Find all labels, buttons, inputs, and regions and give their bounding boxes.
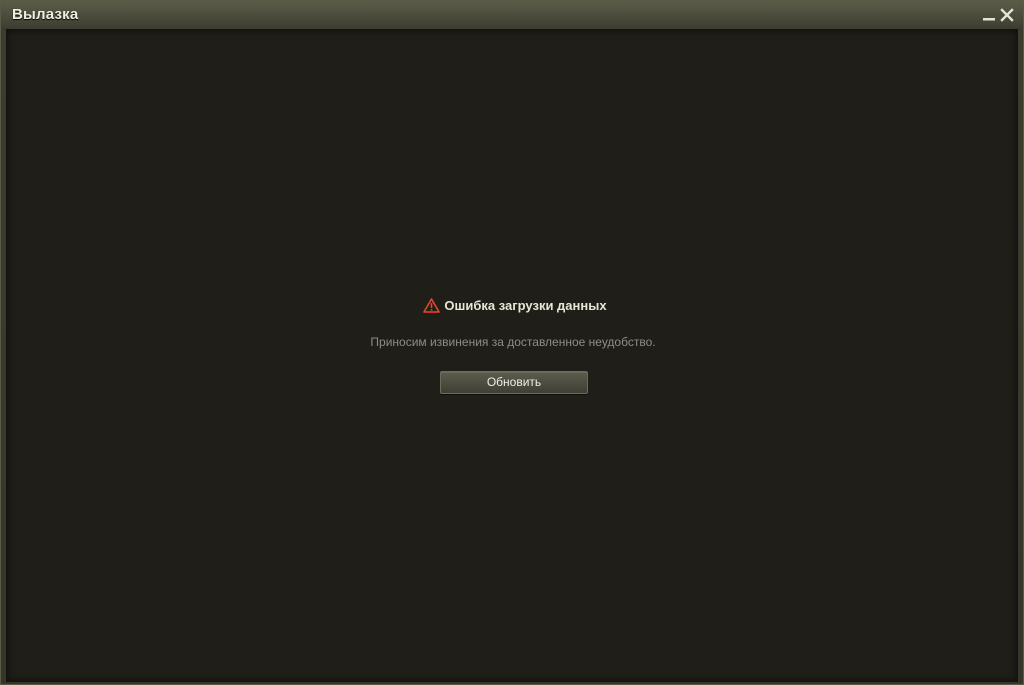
minimize-button[interactable] bbox=[981, 6, 997, 24]
refresh-button[interactable]: Обновить bbox=[440, 371, 588, 394]
window-controls bbox=[981, 5, 1015, 25]
error-panel: Ошибка загрузки данных Приносим извинени… bbox=[7, 298, 1019, 394]
window-title: Вылазка bbox=[12, 6, 79, 23]
close-button[interactable] bbox=[999, 6, 1015, 24]
error-heading-text: Ошибка загрузки данных bbox=[444, 298, 607, 313]
close-icon bbox=[1000, 8, 1014, 22]
minimize-icon bbox=[983, 18, 995, 21]
window: Вылазка Ошибка загрузки данных Приносим … bbox=[0, 0, 1024, 685]
error-message: Приносим извинения за доставленное неудо… bbox=[370, 335, 656, 349]
content-area: Ошибка загрузки данных Приносим извинени… bbox=[6, 29, 1018, 682]
error-heading: Ошибка загрузки данных bbox=[423, 298, 607, 313]
title-bar[interactable]: Вылазка bbox=[1, 1, 1023, 29]
warning-icon bbox=[423, 298, 441, 313]
